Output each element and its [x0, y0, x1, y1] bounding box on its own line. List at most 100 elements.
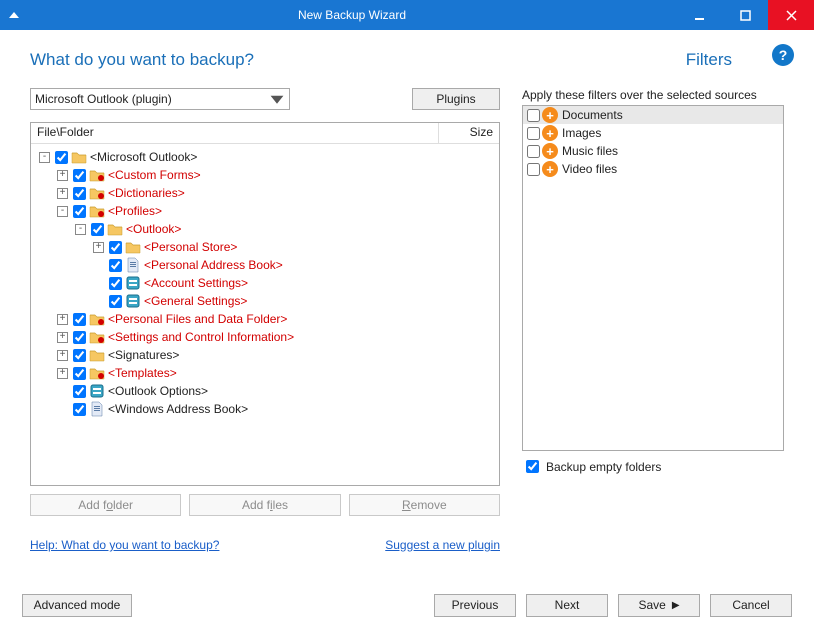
- tree-node-checkbox[interactable]: [73, 367, 86, 380]
- tree-node-label: <Personal Address Book>: [144, 258, 283, 272]
- title-bar: New Backup Wizard: [0, 0, 814, 30]
- tree-node-checkbox[interactable]: [73, 187, 86, 200]
- tree-node-checkbox[interactable]: [109, 241, 122, 254]
- tree-node[interactable]: -<Profiles>: [31, 202, 499, 220]
- backup-empty-folders-label: Backup empty folders: [546, 460, 661, 474]
- collapse-icon[interactable]: -: [57, 206, 68, 217]
- tree-node-checkbox[interactable]: [73, 313, 86, 326]
- backup-empty-folders-checkbox[interactable]: [526, 460, 539, 473]
- filter-row[interactable]: + Music files: [523, 142, 783, 160]
- filter-label: Video files: [562, 162, 617, 176]
- expand-icon[interactable]: +: [57, 368, 68, 379]
- folder-icon: [107, 221, 123, 237]
- filter-label: Music files: [562, 144, 618, 158]
- tree-node[interactable]: + <Settings and Control Information>: [31, 328, 499, 346]
- suggest-plugin-link[interactable]: Suggest a new plugin: [385, 538, 500, 552]
- maximize-button[interactable]: [722, 0, 768, 30]
- tree-node[interactable]: <Personal Address Book>: [31, 256, 499, 274]
- tree-node[interactable]: <General Settings>: [31, 292, 499, 310]
- folder-red-icon: [89, 167, 105, 183]
- add-filter-icon[interactable]: +: [542, 125, 558, 141]
- tree-body[interactable]: -<Microsoft Outlook>+<Custom Forms>+<Dic…: [31, 144, 499, 485]
- tree-header-file[interactable]: File\Folder: [31, 123, 439, 143]
- filter-checkbox[interactable]: [527, 145, 540, 158]
- tree-node[interactable]: -<Microsoft Outlook>: [31, 148, 499, 166]
- tree-panel: File\Folder Size -<Microsoft Outlook>+<C…: [30, 122, 500, 486]
- tree-node[interactable]: +<Templates>: [31, 364, 499, 382]
- tree-node[interactable]: <Outlook Options>: [31, 382, 499, 400]
- filter-label: Images: [562, 126, 601, 140]
- previous-button[interactable]: Previous: [434, 594, 516, 617]
- next-button[interactable]: Next: [526, 594, 608, 617]
- chevron-down-icon: [269, 91, 285, 107]
- tree-node[interactable]: <Windows Address Book>: [31, 400, 499, 418]
- add-filter-icon[interactable]: +: [542, 143, 558, 159]
- filter-checkbox[interactable]: [527, 109, 540, 122]
- expand-icon[interactable]: +: [57, 188, 68, 199]
- tree-node[interactable]: + <Personal Store>: [31, 238, 499, 256]
- tree-node-checkbox[interactable]: [109, 277, 122, 290]
- tree-node-label: <Personal Store>: [144, 240, 237, 254]
- help-link[interactable]: Help: What do you want to backup?: [30, 538, 219, 552]
- page-heading: What do you want to backup?: [30, 50, 254, 70]
- tree-node-checkbox[interactable]: [73, 349, 86, 362]
- filter-row[interactable]: + Video files: [523, 160, 783, 178]
- tree-node-label: <Windows Address Book>: [108, 402, 248, 416]
- remove-button: Remove: [349, 494, 500, 516]
- folder-red-icon: [89, 329, 105, 345]
- tree-node-checkbox[interactable]: [55, 151, 68, 164]
- tree-node-checkbox[interactable]: [73, 331, 86, 344]
- tree-node[interactable]: + <Dictionaries>: [31, 184, 499, 202]
- advanced-mode-button[interactable]: Advanced mode: [22, 594, 132, 617]
- filters-list: +Documents+Images+Music files+Video file…: [522, 105, 784, 451]
- filter-row[interactable]: +Documents: [523, 106, 783, 124]
- tree-node-checkbox[interactable]: [73, 205, 86, 218]
- tree-node-label: <Dictionaries>: [108, 186, 185, 200]
- tree-node-label: <Outlook>: [126, 222, 181, 236]
- help-icon[interactable]: ?: [772, 44, 794, 66]
- tree-node[interactable]: <Account Settings>: [31, 274, 499, 292]
- system-menu-icon[interactable]: [0, 0, 28, 30]
- tree-spacer: [93, 260, 104, 271]
- filter-checkbox[interactable]: [527, 127, 540, 140]
- tree-node-checkbox[interactable]: [109, 259, 122, 272]
- add-filter-icon[interactable]: +: [542, 107, 558, 123]
- tree-node-label: <Settings and Control Information>: [108, 330, 294, 344]
- add-folder-button: Add folder: [30, 494, 181, 516]
- reg-icon: [125, 275, 141, 291]
- collapse-icon[interactable]: -: [75, 224, 86, 235]
- close-button[interactable]: [768, 0, 814, 30]
- source-combo-value: Microsoft Outlook (plugin): [35, 92, 269, 106]
- expand-icon[interactable]: +: [57, 170, 68, 181]
- tree-node-checkbox[interactable]: [109, 295, 122, 308]
- tree-node[interactable]: + <Personal Files and Data Folder>: [31, 310, 499, 328]
- source-combo[interactable]: Microsoft Outlook (plugin): [30, 88, 290, 110]
- tree-node-checkbox[interactable]: [73, 403, 86, 416]
- plugins-button[interactable]: Plugins: [412, 88, 500, 110]
- tree-node-checkbox[interactable]: [73, 385, 86, 398]
- expand-icon[interactable]: +: [93, 242, 104, 253]
- tree-header-size[interactable]: Size: [439, 123, 499, 143]
- backup-empty-folders-option[interactable]: Backup empty folders: [522, 457, 784, 476]
- tree-spacer: [93, 278, 104, 289]
- save-button[interactable]: Save ▶: [618, 594, 700, 617]
- tree-node-checkbox[interactable]: [73, 169, 86, 182]
- add-filter-icon[interactable]: +: [542, 161, 558, 177]
- window-title: New Backup Wizard: [28, 8, 676, 22]
- tree-node-checkbox[interactable]: [91, 223, 104, 236]
- folder-icon: [71, 149, 87, 165]
- expand-icon[interactable]: +: [57, 332, 68, 343]
- filter-checkbox[interactable]: [527, 163, 540, 176]
- cancel-button[interactable]: Cancel: [710, 594, 792, 617]
- expand-icon[interactable]: +: [57, 314, 68, 325]
- tree-node[interactable]: - <Outlook>: [31, 220, 499, 238]
- filter-row[interactable]: + Images: [523, 124, 783, 142]
- tree-node[interactable]: +<Custom Forms>: [31, 166, 499, 184]
- tree-node[interactable]: +<Signatures>: [31, 346, 499, 364]
- tree-node-label: <Personal Files and Data Folder>: [108, 312, 287, 326]
- expand-icon[interactable]: +: [57, 350, 68, 361]
- filters-heading: Filters: [686, 50, 732, 70]
- tree-node-label: <Account Settings>: [144, 276, 248, 290]
- collapse-icon[interactable]: -: [39, 152, 50, 163]
- minimize-button[interactable]: [676, 0, 722, 30]
